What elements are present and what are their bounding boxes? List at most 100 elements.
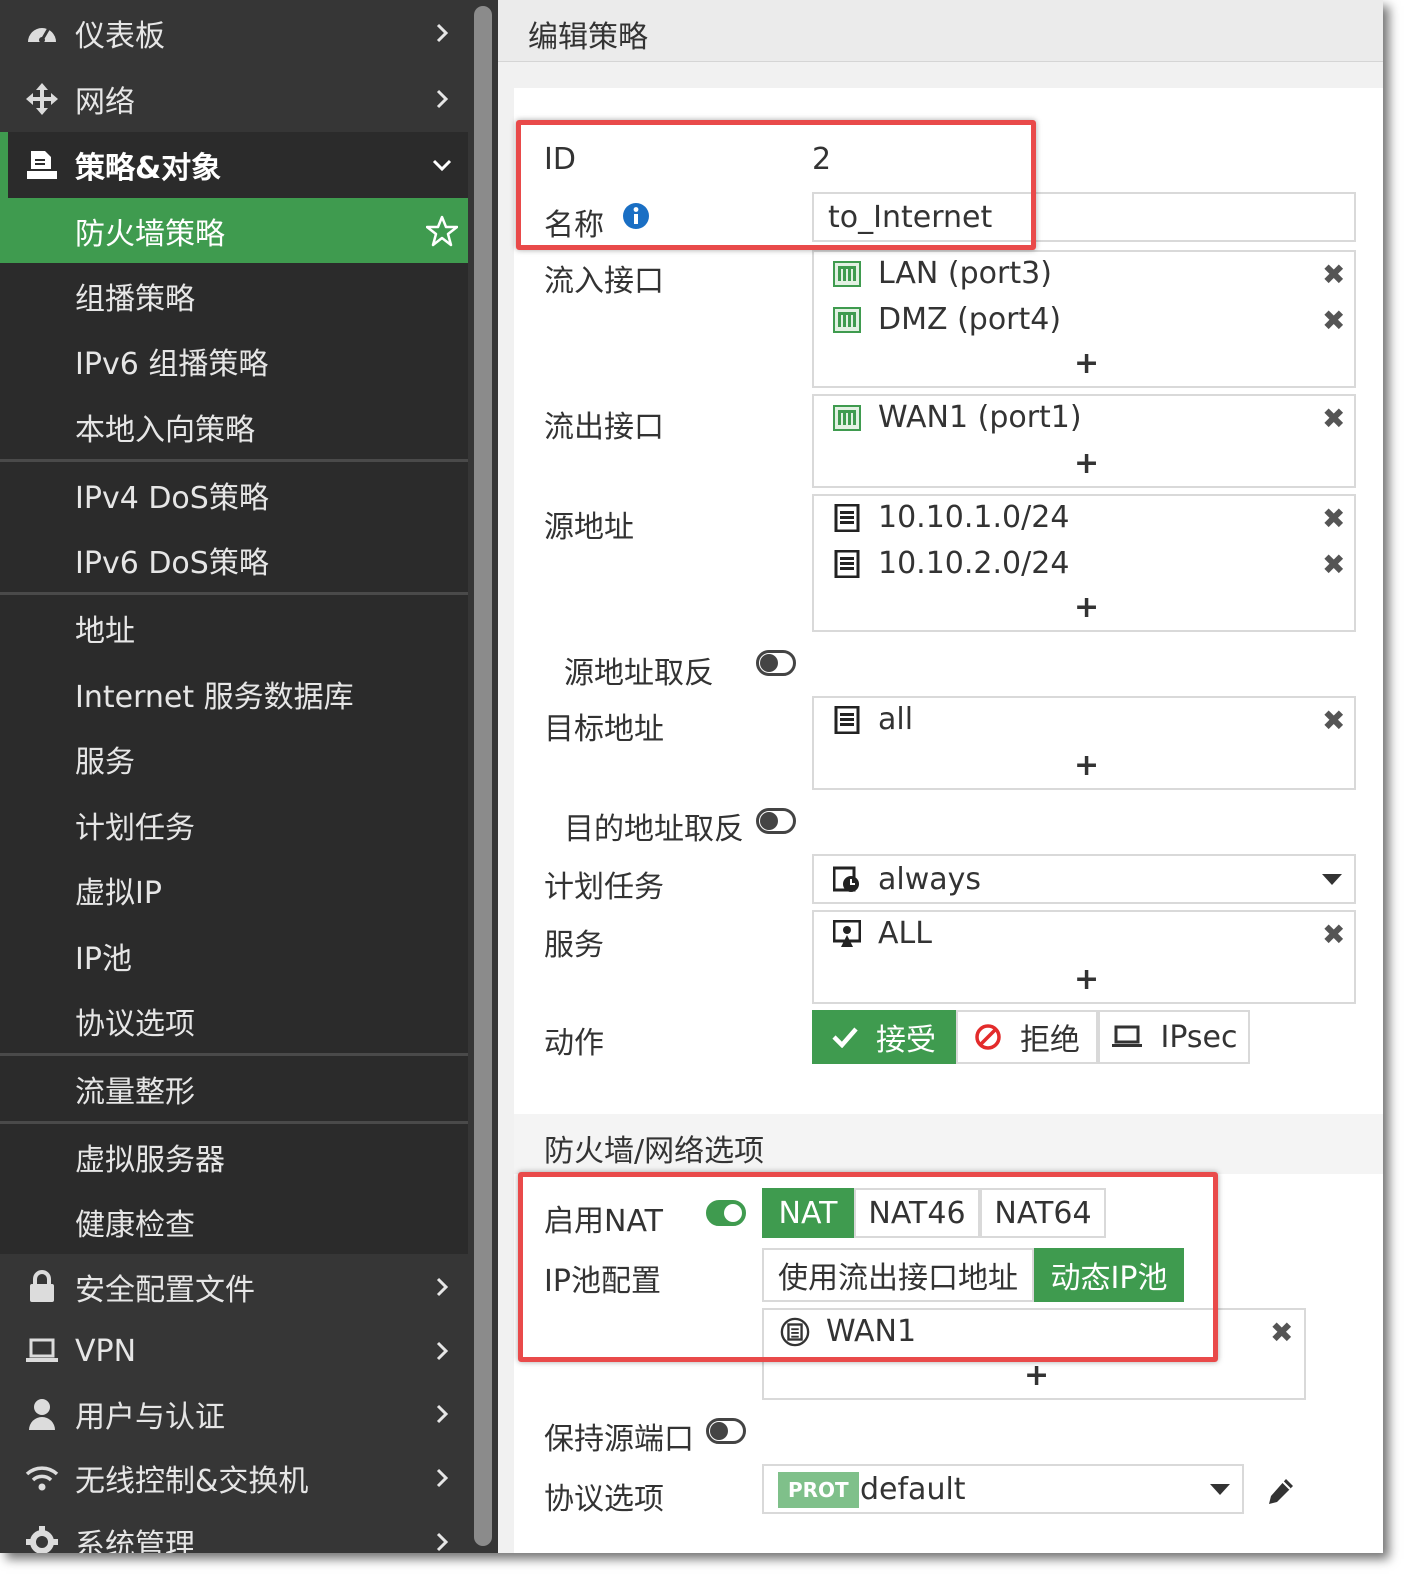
add-icon[interactable]: + <box>1074 748 1099 783</box>
ippool-dynamic[interactable]: 动态IP池 <box>1034 1248 1184 1302</box>
service-label: 服务 <box>544 928 604 963</box>
sidebar-item-health-check[interactable]: 健康检查 <box>0 1189 468 1254</box>
remove-icon[interactable]: ✖ <box>1322 548 1345 581</box>
name-input[interactable]: to_Internet <box>812 192 1356 242</box>
firewall-options-header: 防火墙/网络选项 <box>514 1114 1383 1174</box>
remove-icon[interactable]: ✖ <box>1270 1316 1293 1349</box>
outgoing-interface-box[interactable]: WAN1 (port1) ✖ + <box>812 394 1356 488</box>
sidebar-item-firewall-policy[interactable]: 防火墙策略 <box>0 198 468 263</box>
address-name: 10.10.1.0/24 <box>878 500 1070 535</box>
nat-mode-nat[interactable]: NAT <box>762 1188 854 1238</box>
destination-address-box[interactable]: all ✖ + <box>812 696 1356 790</box>
sidebar-item-virtual-ips[interactable]: 虚拟IP <box>0 857 468 923</box>
sidebar-item-ipv6-dos-policy[interactable]: IPv6 DoS策略 <box>0 527 468 592</box>
chevron-right-icon <box>432 1532 452 1552</box>
remove-icon[interactable]: ✖ <box>1322 402 1345 435</box>
sidebar-item-label: 防火墙策略 <box>75 216 225 252</box>
preserve-source-port-toggle[interactable] <box>706 1418 746 1444</box>
sidebar-item-multicast-policy[interactable]: 组播策略 <box>0 263 468 328</box>
sidebar-item-policy-objects[interactable]: 策略&对象 <box>0 132 468 198</box>
ippool-box[interactable]: WAN1 ✖ + <box>762 1308 1306 1400</box>
negate-destination-toggle[interactable] <box>756 808 796 834</box>
remove-icon[interactable]: ✖ <box>1322 918 1345 951</box>
sidebar-item-traffic-shaping[interactable]: 流量整形 <box>0 1056 468 1121</box>
protocol-options-select[interactable]: PROT default <box>762 1464 1244 1514</box>
sidebar-item-label: IP池 <box>75 941 132 977</box>
remove-icon[interactable]: ✖ <box>1322 704 1345 737</box>
sidebar-item-schedules[interactable]: 计划任务 <box>0 792 468 857</box>
sidebar-item-label: 健康检查 <box>75 1207 195 1243</box>
sidebar-item-ipv4-dos-policy[interactable]: IPv4 DoS策略 <box>0 462 468 527</box>
sidebar-item-network[interactable]: 网络 <box>0 66 468 132</box>
id-label: ID <box>544 142 576 177</box>
sidebar-item-services[interactable]: 服务 <box>0 726 468 792</box>
negate-source-toggle[interactable] <box>756 650 796 676</box>
ippool-icon <box>780 1317 810 1347</box>
schedule-value: always <box>878 862 982 897</box>
sidebar-item-label: VPN <box>75 1333 137 1369</box>
nat-mode-nat64[interactable]: NAT64 <box>980 1188 1106 1238</box>
action-accept-button[interactable]: 接受 <box>812 1010 956 1064</box>
enable-nat-toggle[interactable] <box>706 1200 746 1226</box>
edit-policy-form: ID 2 名称 to_Internet 流入接口 LAN (port3) ✖ D… <box>514 88 1383 1553</box>
action-deny-label: 拒绝 <box>1020 1023 1080 1058</box>
ippool-entry: WAN1 <box>780 1314 916 1349</box>
service-entry: ALL <box>832 916 932 951</box>
page-header: 编辑策略 <box>498 0 1383 62</box>
sidebar-item-label: 无线控制&交换机 <box>75 1464 309 1499</box>
ippool-name: WAN1 <box>826 1314 917 1349</box>
sidebar-item-user-auth[interactable]: 用户与认证 <box>0 1382 468 1446</box>
interface-entry: WAN1 (port1) <box>832 400 1082 435</box>
sidebar-item-ip-pools[interactable]: IP池 <box>0 923 468 988</box>
sidebar-scrollbar-thumb[interactable] <box>474 6 492 1546</box>
star-icon[interactable] <box>426 215 458 247</box>
sidebar-item-wifi-switch[interactable]: 无线控制&交换机 <box>0 1446 468 1510</box>
remove-icon[interactable]: ✖ <box>1322 258 1345 291</box>
service-name: ALL <box>878 916 932 951</box>
interface-name: LAN (port3) <box>878 256 1052 291</box>
dropdown-caret-icon <box>1322 874 1342 886</box>
sidebar-item-label: Internet 服务数据库 <box>75 679 354 715</box>
ippool-config-label: IP池配置 <box>544 1264 661 1299</box>
add-icon[interactable]: + <box>1074 962 1099 997</box>
sidebar-item-protocol-options[interactable]: 协议选项 <box>0 988 468 1053</box>
chevron-right-icon <box>432 89 452 109</box>
app-window: 仪表板 网络 策略&对象 防火墙策略 组播策略 IPv6 组播策略 本地入向策略… <box>0 0 1383 1553</box>
schedule-select[interactable]: always <box>812 854 1356 904</box>
ippool-mode-label: 动态IP池 <box>1050 1261 1168 1296</box>
service-box[interactable]: ALL ✖ + <box>812 910 1356 1004</box>
remove-icon[interactable]: ✖ <box>1322 502 1345 535</box>
incoming-interface-box[interactable]: LAN (port3) ✖ DMZ (port4) ✖ + <box>812 250 1356 388</box>
sidebar-item-internet-service-db[interactable]: Internet 服务数据库 <box>0 661 468 726</box>
address-icon <box>832 549 862 579</box>
source-address-box[interactable]: 10.10.1.0/24 ✖ 10.10.2.0/24 ✖ + <box>812 494 1356 632</box>
sidebar-item-addresses[interactable]: 地址 <box>0 595 468 661</box>
nat-mode-nat46[interactable]: NAT46 <box>854 1188 980 1238</box>
add-icon[interactable]: + <box>1074 346 1099 381</box>
sidebar-item-label: IPv4 DoS策略 <box>75 480 269 516</box>
sidebar-item-ipv6-multicast-policy[interactable]: IPv6 组播策略 <box>0 328 468 394</box>
action-deny-button[interactable]: 拒绝 <box>956 1010 1098 1064</box>
schedule-entry: always <box>832 862 981 897</box>
sidebar-item-local-in-policy[interactable]: 本地入向策略 <box>0 394 468 459</box>
nat-mode-label: NAT46 <box>868 1195 966 1231</box>
sidebar-item-dashboard[interactable]: 仪表板 <box>0 0 468 66</box>
policy-document-icon <box>24 147 60 183</box>
remove-icon[interactable]: ✖ <box>1322 304 1345 337</box>
dashboard-icon <box>24 15 60 51</box>
sidebar-item-system[interactable]: 系统管理 <box>0 1510 468 1553</box>
ippool-use-outgoing[interactable]: 使用流出接口地址 <box>762 1248 1034 1302</box>
sidebar-item-vpn[interactable]: VPN <box>0 1320 468 1382</box>
add-icon[interactable]: + <box>1074 446 1099 481</box>
sidebar-item-label: 协议选项 <box>75 1006 195 1042</box>
info-icon[interactable] <box>622 202 650 230</box>
sidebar-item-security-profiles[interactable]: 安全配置文件 <box>0 1254 468 1320</box>
add-icon[interactable]: + <box>1024 1358 1049 1393</box>
address-entry: 10.10.2.0/24 <box>832 546 1069 581</box>
action-accept-label: 接受 <box>876 1023 936 1058</box>
add-icon[interactable]: + <box>1074 590 1099 625</box>
edit-pencil-icon[interactable] <box>1266 1476 1296 1506</box>
action-ipsec-button[interactable]: IPsec <box>1098 1010 1250 1064</box>
sidebar-item-label: 流量整形 <box>75 1074 195 1110</box>
sidebar-item-virtual-servers[interactable]: 虚拟服务器 <box>0 1124 468 1189</box>
